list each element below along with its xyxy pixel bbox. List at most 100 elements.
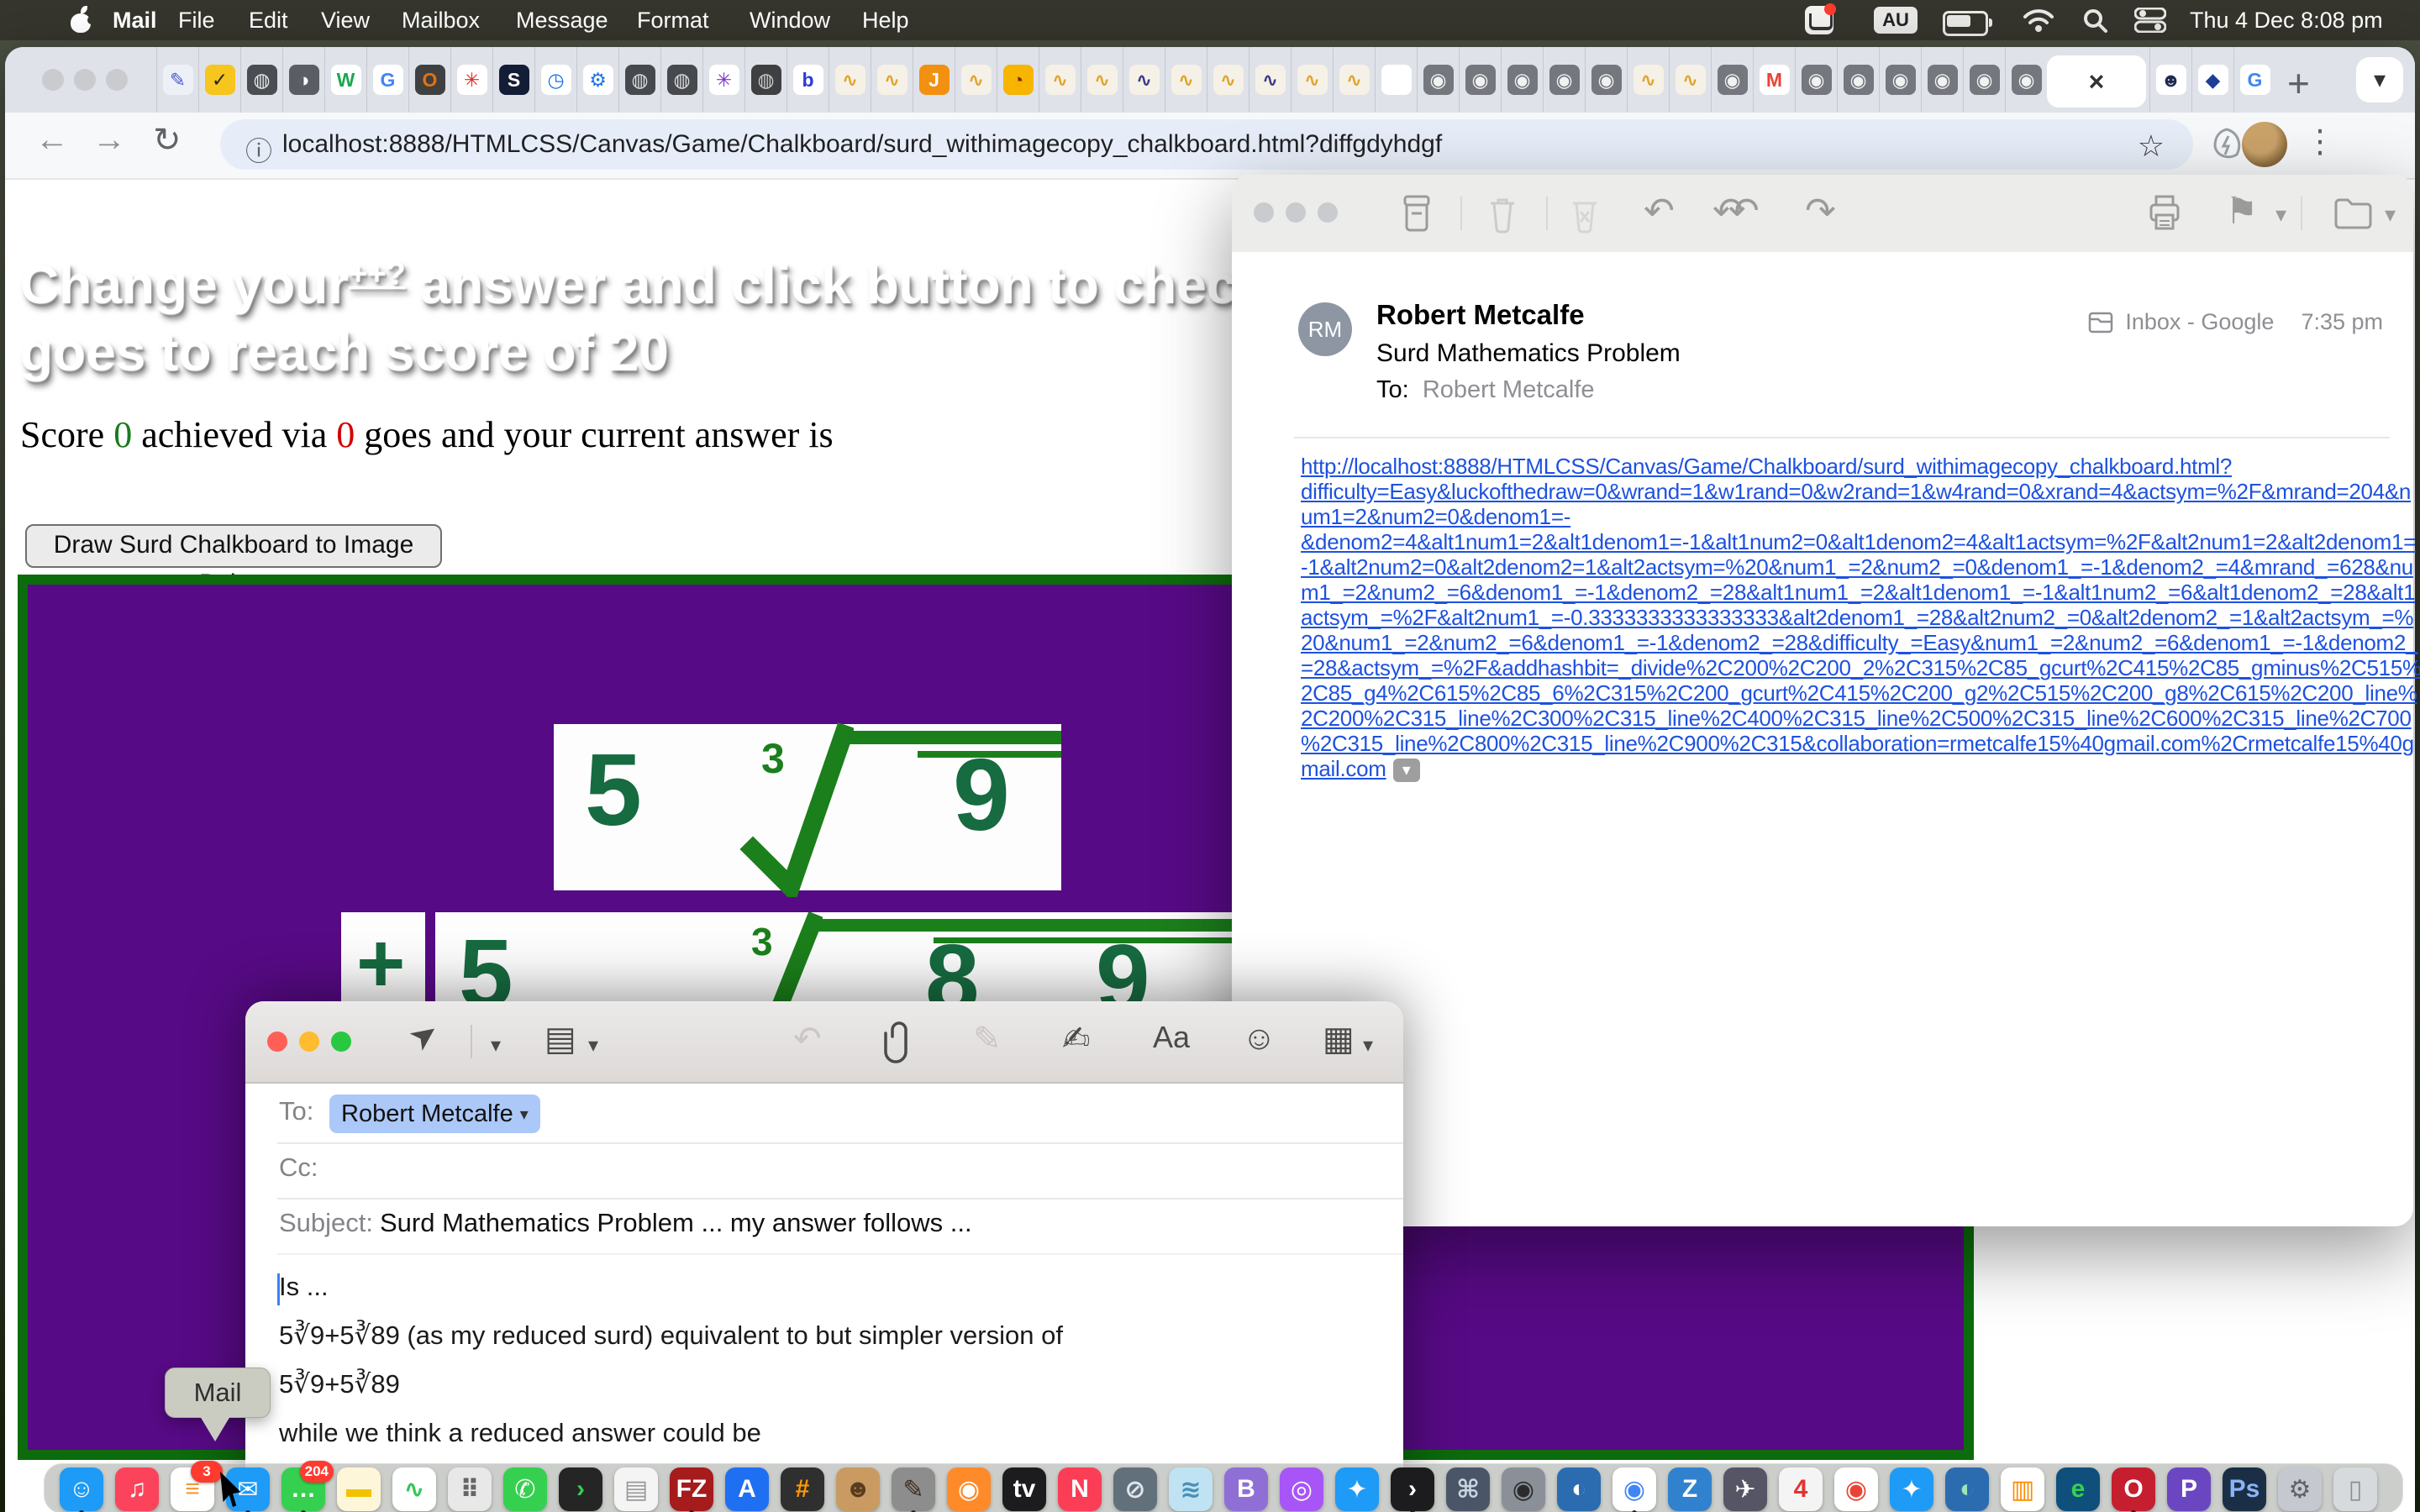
dock-icon-gimp[interactable]: ✎ (892, 1467, 935, 1511)
menu-format[interactable]: Format (637, 0, 709, 40)
browser-tab[interactable]: ◍ (618, 47, 660, 113)
menubar-app-icon[interactable] (1805, 6, 1833, 34)
dock-icon-exec-terminal[interactable]: › (559, 1467, 602, 1511)
browser-tab[interactable]: G (2233, 47, 2275, 113)
dock-icon-photoshop[interactable]: Ps (2223, 1467, 2266, 1511)
junk-icon[interactable] (1566, 193, 1603, 234)
window-minimize-button[interactable] (74, 69, 96, 91)
window-minimize-button[interactable] (299, 1032, 319, 1052)
compose-body-line[interactable]: 5∛9+5∛89 (279, 1369, 1063, 1399)
browser-tab[interactable]: ☻ (2149, 47, 2191, 113)
window-close-button[interactable] (42, 69, 64, 91)
email-link-body[interactable]: http://localhost:8888/HTMLCSS/Canvas/Gam… (1301, 454, 2393, 782)
forward-icon[interactable]: → (92, 121, 126, 159)
dock-icon-filezilla[interactable]: FZ (670, 1467, 713, 1511)
folder-chevron-icon[interactable]: ▾ (2385, 202, 2396, 228)
browser-tab[interactable]: ∿ (1039, 47, 1081, 113)
dock-icon-maps[interactable]: ◐ (1557, 1467, 1601, 1511)
email-link-line[interactable]: -1&alt2num2=0&alt2denom2=1&alt2actsym=%2… (1301, 554, 2393, 580)
browser-tab[interactable] (1375, 47, 1417, 113)
window-close-button[interactable] (1254, 202, 1274, 223)
window-zoom-button[interactable] (331, 1032, 351, 1052)
browser-tab[interactable]: ∿ (955, 47, 997, 113)
link-expand-chevron-icon[interactable]: ▾ (1393, 759, 1420, 782)
dock-icon-document[interactable]: ▤ (614, 1467, 658, 1511)
window-zoom-button[interactable] (106, 69, 128, 91)
email-link-line[interactable]: 20&num1_=2&num2_=6&denom1_=-1&denom2_=28… (1301, 630, 2393, 655)
dock-icon-app-store[interactable]: A (725, 1467, 769, 1511)
dock-icon-transit[interactable]: ✈ (1723, 1467, 1767, 1511)
compose-body[interactable]: Is ...5∛9+5∛89 (as my reduced surd) equi… (279, 1272, 1063, 1467)
apple-menu-icon[interactable] (71, 8, 92, 33)
move-to-folder-icon[interactable] (2333, 195, 2376, 232)
emoji-icon[interactable]: ☺ (1242, 1020, 1276, 1058)
menu-message[interactable]: Message (516, 0, 608, 40)
browser-tab[interactable]: W (324, 47, 366, 113)
dock-icon-firefox[interactable]: ◉ (947, 1467, 991, 1511)
browser-tab[interactable]: ∿ (829, 47, 871, 113)
email-link-line[interactable]: &denom2=4&alt1num1=2&alt1denom1=-1&alt1n… (1301, 529, 2393, 554)
email-link-line[interactable]: http://localhost:8888/HTMLCSS/Canvas/Gam… (1301, 454, 2393, 479)
dock-icon-notes[interactable]: ▬ (337, 1467, 381, 1511)
format-icon[interactable]: Aa (1153, 1020, 1190, 1055)
dock-icon-charts[interactable]: ∿ (392, 1467, 436, 1511)
menu-mailbox[interactable]: Mailbox (402, 0, 480, 40)
battery-icon[interactable] (1943, 11, 1988, 36)
send-chevron-icon[interactable]: ▾ (491, 1033, 501, 1058)
tab-close-icon[interactable]: × (2089, 66, 2105, 97)
email-link-line[interactable]: 2C200%2C315_line%2C300%2C315_line%2C400%… (1301, 706, 2393, 731)
header-fields-icon[interactable]: ▤ (544, 1020, 576, 1058)
menubar-clock[interactable]: Thu 4 Dec 8:08 pm (2190, 0, 2383, 40)
compose-body-line[interactable]: while we think a reduced answer could be (279, 1418, 1063, 1448)
dock-icon-music[interactable]: ♫ (115, 1467, 159, 1511)
active-tab[interactable]: × (2047, 55, 2146, 108)
dock-icon-browser[interactable]: ✦ (1890, 1467, 1933, 1511)
media-icon[interactable]: ▦ (1323, 1020, 1355, 1058)
compose-body-line[interactable]: 5∛9+5∛89 (as my reduced surd) equivalent… (279, 1320, 1063, 1351)
send-icon[interactable]: ➤ (402, 1012, 447, 1060)
print-icon[interactable] (2144, 193, 2185, 234)
browser-tab[interactable]: ∿ (1249, 47, 1291, 113)
browser-tab[interactable]: ◷ (534, 47, 576, 113)
input-source-badge[interactable]: AU (1874, 7, 1918, 34)
archive-icon[interactable] (1398, 193, 1435, 234)
browser-tab[interactable]: ∿ (1123, 47, 1165, 113)
dock-icon-earth[interactable]: ◐ (1945, 1467, 1989, 1511)
browser-tab[interactable]: ◉ (1795, 47, 1837, 113)
browser-tab[interactable]: ✓ (198, 47, 240, 113)
browser-tab[interactable]: J (913, 47, 955, 113)
email-link-line[interactable]: mail.com▾ (1301, 756, 2393, 782)
browser-tab[interactable]: ∿ (1207, 47, 1249, 113)
bookmark-star-icon[interactable]: ☆ (2138, 129, 2165, 164)
attach-icon[interactable] (882, 1020, 916, 1063)
browser-tab[interactable]: S (492, 47, 534, 113)
dock-icon-apple-tv[interactable]: tv (1002, 1467, 1046, 1511)
to-recipient-token[interactable]: Robert Metcalfe▾ (329, 1095, 540, 1133)
reload-icon[interactable]: ↻ (153, 121, 182, 160)
dock-icon-calendar[interactable]: 4 (1779, 1467, 1823, 1511)
menu-edit[interactable]: Edit (249, 0, 288, 40)
signature-icon[interactable]: ✍ (1062, 1020, 1091, 1058)
reply-all-icon[interactable]: ↶↶ (1712, 190, 1744, 233)
dock-icon-podcasts[interactable]: ◎ (1280, 1467, 1323, 1511)
tab-search-button[interactable]: ▾ (2356, 57, 2403, 102)
email-link-line[interactable]: =28&actsym_=%2F&addhashbit=_divide%2C200… (1301, 655, 2393, 680)
browser-tab[interactable]: ◉ (1963, 47, 2005, 113)
media-chevron-icon[interactable]: ▾ (1363, 1033, 1373, 1058)
site-info-icon[interactable]: ⓘ (245, 130, 272, 169)
browser-tab[interactable]: ∿ (1291, 47, 1333, 113)
dock-icon-finder[interactable]: ☺ (60, 1467, 103, 1511)
browser-tab[interactable]: ◉ (1837, 47, 1879, 113)
browser-menu-icon[interactable]: ⋮ (2304, 123, 2336, 160)
dock-icon-safari[interactable]: ✦ (1335, 1467, 1379, 1511)
browser-tab[interactable]: ◍ (744, 47, 786, 113)
dock-icon-books[interactable]: ▥ (2001, 1467, 2044, 1511)
browser-tab[interactable]: G (366, 47, 408, 113)
dock-icon-news[interactable]: N (1058, 1467, 1102, 1511)
dock-icon-bbedit[interactable]: B (1224, 1467, 1268, 1511)
browser-tab[interactable]: ✎ (156, 47, 198, 113)
dock-icon-chrome[interactable]: ◉ (1612, 1467, 1656, 1511)
menu-help[interactable]: Help (862, 0, 909, 40)
browser-tab[interactable]: ∿ (1081, 47, 1123, 113)
flag-icon[interactable]: ⚑ (2225, 190, 2258, 233)
